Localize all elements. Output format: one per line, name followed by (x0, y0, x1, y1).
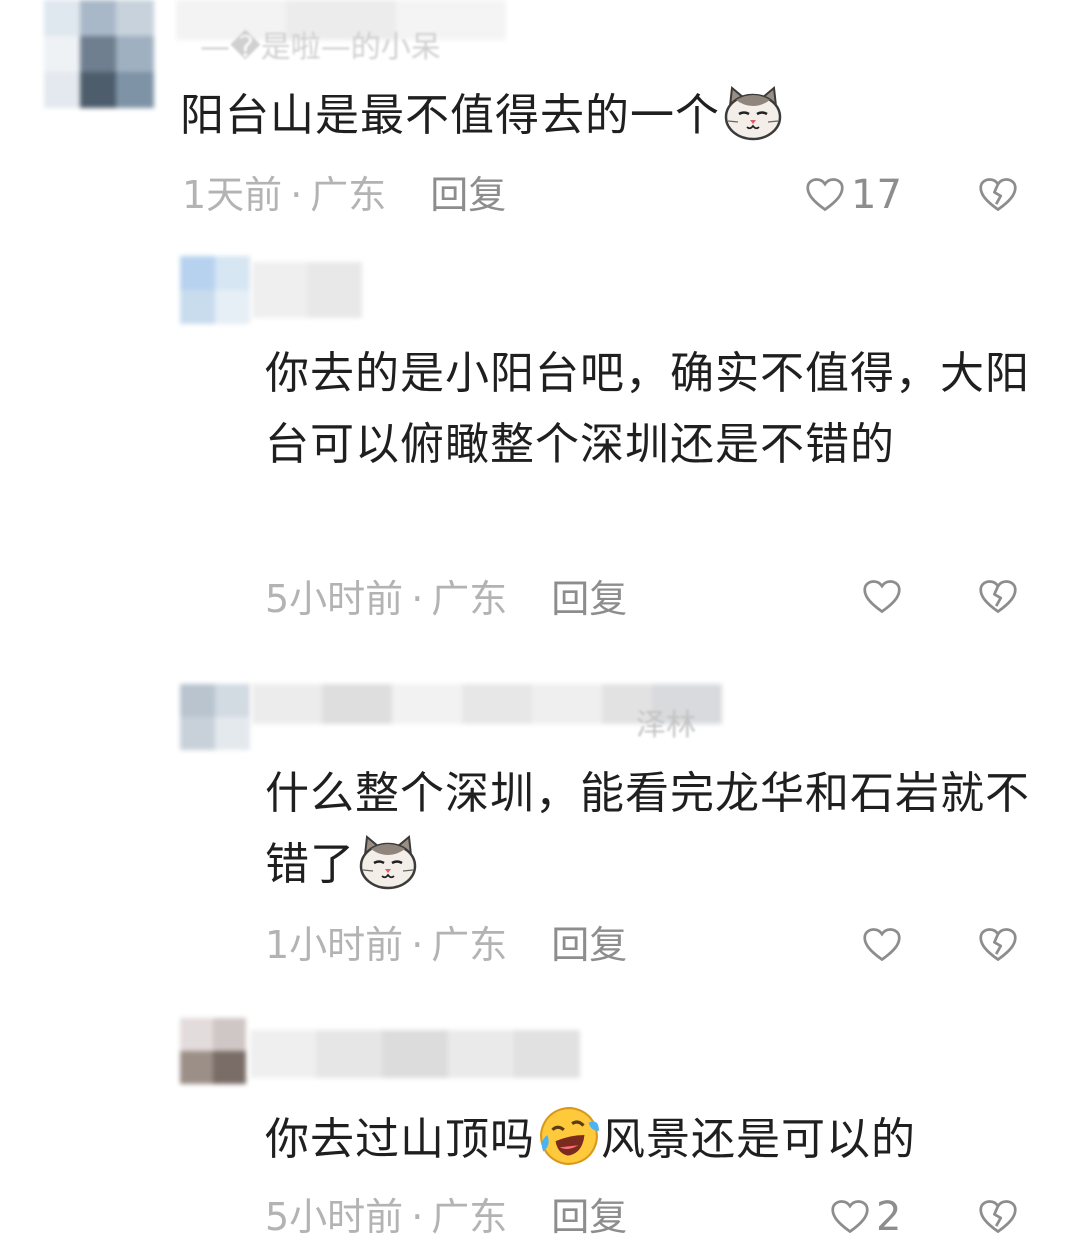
timestamp: 1小时前 (265, 923, 404, 967)
like-button[interactable] (862, 920, 902, 970)
separator: · (411, 577, 424, 621)
like-button[interactable] (862, 572, 902, 622)
avatar[interactable] (44, 0, 154, 108)
comment-text: 阳台山是最不值得去的一个 (180, 80, 1060, 151)
reply-button[interactable]: 回复 (551, 923, 627, 967)
username-blurred[interactable] (252, 262, 362, 318)
dislike-button[interactable] (978, 920, 1018, 970)
broken-heart-icon (978, 926, 1018, 964)
reply-avatar[interactable] (180, 256, 250, 324)
comment-body-continued: 风景还是可以的 (601, 1114, 916, 1165)
username-fragment: —�是啦—的小呆 (200, 30, 441, 65)
comment-meta: 1小时前 · 广东 回复 (265, 920, 627, 970)
comment-body: 阳台山是最不值得去的一个 (180, 90, 720, 141)
broken-heart-icon (978, 176, 1018, 214)
comment-text: 你去的是小阳台吧，确实不值得，大阳台可以俯瞰整个深圳还是不错的 (265, 348, 1030, 470)
reply-button[interactable]: 回复 (551, 577, 627, 621)
timestamp: 1天前 (182, 173, 283, 217)
cat-face-emoji (357, 833, 419, 891)
username-blurred[interactable] (250, 1030, 580, 1078)
cat-face-emoji (722, 84, 784, 142)
comment-text: 什么整个深圳，能看完龙华和石岩就不错了 (265, 758, 1040, 900)
comment-text: 你去过山顶吗 风景还是可以的 (265, 1104, 1055, 1175)
region: 广东 (310, 173, 387, 217)
comment-meta: 1天前 · 广东 回复 (182, 170, 506, 220)
dislike-button[interactable] (978, 170, 1018, 220)
separator: · (411, 1195, 424, 1239)
timestamp: 5小时前 (265, 577, 404, 621)
comment-meta: 5小时前 · 广东 回复 (265, 574, 627, 624)
dislike-button[interactable] (978, 572, 1018, 622)
heart-outline-icon (805, 176, 845, 214)
dislike-button[interactable] (978, 1192, 1018, 1242)
reply-button[interactable]: 回复 (430, 173, 506, 217)
like-button[interactable]: 2 (830, 1192, 901, 1242)
reply-button[interactable]: 回复 (551, 1195, 627, 1239)
like-count: 17 (851, 172, 902, 218)
like-count: 2 (876, 1194, 902, 1240)
heart-outline-icon (862, 578, 902, 616)
rolling-laugh-emoji (537, 1104, 601, 1168)
region: 广东 (431, 1195, 508, 1239)
separator: · (290, 173, 303, 217)
heart-outline-icon (862, 926, 902, 964)
separator: · (411, 923, 424, 967)
like-button[interactable]: 17 (805, 170, 902, 220)
broken-heart-icon (978, 1198, 1018, 1236)
reply-avatar[interactable] (180, 684, 250, 750)
reply-avatar[interactable] (180, 1018, 246, 1084)
timestamp: 5小时前 (265, 1195, 404, 1239)
region: 广东 (431, 577, 508, 621)
comment-body: 你去过山顶吗 (265, 1114, 535, 1165)
heart-outline-icon (830, 1198, 870, 1236)
broken-heart-icon (978, 578, 1018, 616)
comment-meta: 5小时前 · 广东 回复 (265, 1192, 627, 1242)
region: 广东 (431, 923, 508, 967)
username-fragment: 泽林 (636, 708, 696, 743)
